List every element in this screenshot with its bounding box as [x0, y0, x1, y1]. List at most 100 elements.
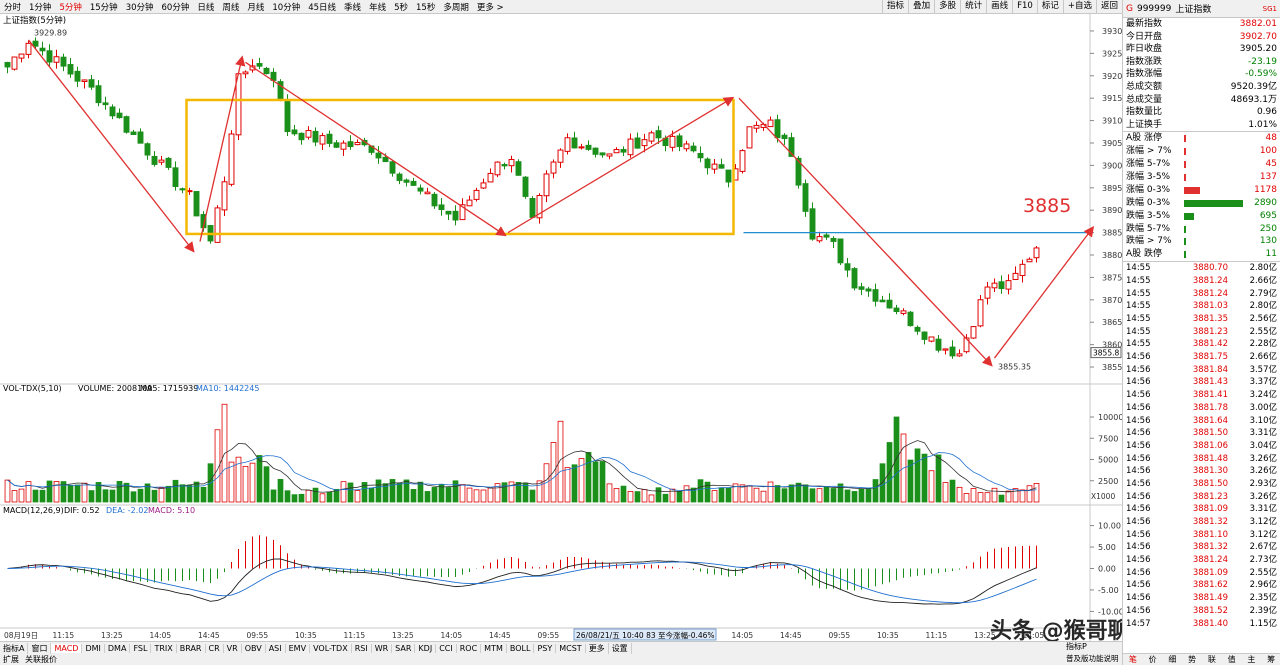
quote-tab[interactable]: 价: [1143, 654, 1163, 665]
candle-body[interactable]: [102, 102, 109, 106]
quote-tab[interactable]: 筹: [1261, 654, 1280, 665]
period-tab[interactable]: 周线: [218, 1, 243, 13]
indicator-tab[interactable]: BRAR: [177, 643, 206, 653]
quote-tab[interactable]: 势: [1182, 654, 1202, 665]
candle-body[interactable]: [606, 153, 613, 157]
indicator-p-button[interactable]: 指标P: [1066, 641, 1087, 652]
indicator-tab[interactable]: KDJ: [415, 643, 437, 653]
candle-body[interactable]: [186, 190, 193, 193]
quote-tab[interactable]: 主: [1242, 654, 1262, 665]
period-tab[interactable]: 月线: [243, 1, 268, 13]
indicator-tab[interactable]: 窗口: [28, 642, 52, 654]
indicator-tab[interactable]: EMV: [286, 643, 311, 653]
chart-area[interactable]: 3930 3925 3920 3915 3910 3905 3900 3895 3890 3885…: [0, 14, 1122, 641]
candle-body[interactable]: [39, 47, 46, 52]
candle-body[interactable]: [88, 79, 95, 88]
candle-body[interactable]: [991, 282, 998, 289]
candle-body[interactable]: [529, 198, 536, 218]
candle-body[interactable]: [123, 116, 130, 133]
candle-body[interactable]: [781, 134, 788, 140]
candle-body[interactable]: [1026, 258, 1033, 263]
quote-tab[interactable]: 联: [1202, 654, 1222, 665]
toolbar-button[interactable]: 标记: [1036, 0, 1063, 14]
candle-body[interactable]: [914, 326, 921, 332]
candle-body[interactable]: [767, 119, 774, 128]
candle-body[interactable]: [382, 156, 389, 163]
candle-body[interactable]: [522, 176, 529, 197]
candle-body[interactable]: [802, 183, 809, 212]
candle-body[interactable]: [697, 152, 704, 159]
candle-body[interactable]: [221, 181, 228, 211]
candle-body[interactable]: [228, 133, 235, 185]
candle-body[interactable]: [109, 106, 116, 117]
candle-body[interactable]: [823, 234, 830, 238]
candle-body[interactable]: [928, 336, 935, 342]
candle-body[interactable]: [179, 188, 186, 191]
candle-body[interactable]: [711, 163, 718, 170]
period-tab[interactable]: 日线: [193, 1, 218, 13]
related-quote-label[interactable]: 关联报价: [25, 654, 57, 665]
candle-body[interactable]: [214, 207, 221, 243]
candle-body[interactable]: [326, 133, 333, 144]
candle-body[interactable]: [613, 149, 620, 154]
period-tab[interactable]: 多周期: [439, 1, 473, 13]
indicator-tab[interactable]: MACD: [51, 643, 83, 653]
candle-body[interactable]: [935, 338, 942, 351]
period-tab[interactable]: 5分钟: [55, 1, 85, 13]
candle-body[interactable]: [494, 161, 501, 176]
candle-body[interactable]: [1033, 247, 1040, 259]
candle-body[interactable]: [578, 146, 585, 149]
candle-body[interactable]: [319, 135, 326, 145]
candle-body[interactable]: [669, 135, 676, 148]
candle-body[interactable]: [550, 161, 557, 174]
candle-body[interactable]: [865, 288, 872, 292]
candle-body[interactable]: [739, 150, 746, 172]
indicator-tab[interactable]: BOLL: [507, 643, 535, 653]
period-tab[interactable]: 分时: [0, 1, 25, 13]
candle-body[interactable]: [508, 159, 515, 167]
candle-body[interactable]: [620, 149, 627, 153]
candle-body[interactable]: [130, 131, 137, 135]
candle-body[interactable]: [900, 310, 907, 314]
candle-body[interactable]: [557, 149, 564, 163]
candle-body[interactable]: [53, 56, 60, 63]
candle-body[interactable]: [942, 348, 949, 351]
indicator-tab[interactable]: RSI: [352, 643, 372, 653]
candle-body[interactable]: [816, 236, 823, 242]
candle-body[interactable]: [599, 152, 606, 156]
indicator-tab[interactable]: 指标A: [0, 642, 29, 654]
candle-body[interactable]: [1005, 280, 1012, 290]
candle-body[interactable]: [1019, 263, 1026, 277]
candle-body[interactable]: [480, 182, 487, 189]
period-tab[interactable]: 更多 >: [473, 1, 508, 13]
indicator-tab[interactable]: 设置: [609, 642, 632, 654]
candle-body[interactable]: [676, 135, 683, 148]
candle-body[interactable]: [837, 238, 844, 264]
indicator-tab[interactable]: FSL: [130, 643, 152, 653]
indicator-tab[interactable]: ASI: [266, 643, 286, 653]
candle-body[interactable]: [704, 158, 711, 169]
indicator-tab[interactable]: ROC: [457, 643, 482, 653]
indicator-tab[interactable]: DMI: [82, 643, 105, 653]
toolbar-button[interactable]: 返回: [1095, 0, 1122, 14]
toolbar-button[interactable]: 统计: [960, 0, 986, 14]
candle-body[interactable]: [592, 147, 599, 155]
candle-body[interactable]: [998, 281, 1005, 290]
candle-body[interactable]: [956, 353, 963, 357]
period-tab[interactable]: 10分钟: [268, 1, 304, 13]
period-tab[interactable]: 15秒: [412, 1, 439, 13]
candle-body[interactable]: [431, 193, 438, 207]
candle-body[interactable]: [466, 199, 473, 207]
candle-body[interactable]: [1012, 272, 1019, 280]
candle-body[interactable]: [389, 161, 396, 174]
period-tab[interactable]: 1分钟: [25, 1, 55, 13]
candle-body[interactable]: [487, 172, 494, 183]
indicator-tab[interactable]: MTM: [481, 643, 507, 653]
candle-body[interactable]: [18, 53, 25, 59]
indicator-tab[interactable]: SAR: [392, 643, 416, 653]
candle-body[interactable]: [95, 85, 102, 104]
period-tab[interactable]: 30分钟: [122, 1, 158, 13]
candle-body[interactable]: [627, 138, 634, 156]
candle-body[interactable]: [893, 307, 900, 313]
candle-body[interactable]: [256, 63, 263, 67]
